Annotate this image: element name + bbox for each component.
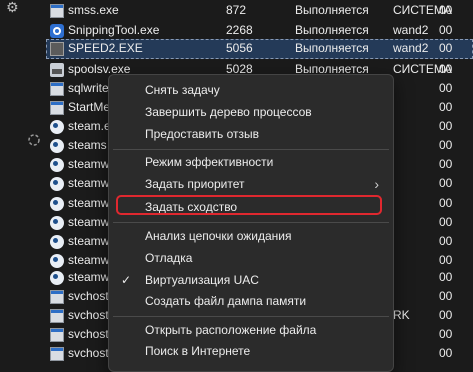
exe-icon [50,309,64,323]
process-status: Выполняется [295,41,369,55]
process-status: Выполняется [295,23,369,37]
process-status: Выполняется [295,3,369,17]
menu-item-label: Создать файл дампа памяти [145,294,307,308]
menu-item-label: Анализ цепочки ожидания [145,229,292,243]
process-cpu: 00 [439,234,453,248]
printer-icon [50,63,64,77]
steam-icon [50,271,64,285]
process-pid: 5056 [226,41,253,55]
process-cpu: 00 [439,157,453,171]
process-cpu: 00 [439,327,453,341]
process-cpu: 00 [439,3,453,17]
steam-icon [50,139,64,153]
menu-item-label: Открыть расположение файла [145,323,317,337]
menu-item-efficiency-mode[interactable]: Режим эффективности [109,151,393,173]
exe-icon [50,328,64,342]
left-gutter: ⚙ [0,0,46,363]
menu-separator [113,316,389,317]
exe-icon [50,82,64,96]
process-cpu: 00 [439,138,453,152]
menu-item-label: Поиск в Интернете [145,344,251,358]
process-cpu: 00 [439,176,453,190]
steam-icon [50,216,64,230]
process-cpu: 00 [439,308,453,322]
steam-icon [50,158,64,172]
steam-icon [50,197,64,211]
menu-item-label: Режим эффективности [145,155,274,169]
process-cpu: 00 [439,119,453,133]
menu-item-wait-chain[interactable]: Анализ цепочки ожидания [109,225,393,247]
menu-item-uac-virtualization[interactable]: ✓ Виртуализация UAC [109,269,393,291]
process-row-selected[interactable]: SPEED2.EXE 5056 Выполняется wand2 00 [46,39,473,59]
process-cpu: 00 [439,41,453,55]
process-cpu: 00 [439,62,453,76]
process-cpu: 00 [439,100,453,114]
process-cpu: 00 [439,289,453,303]
menu-item-open-location[interactable]: Открыть расположение файла [109,319,393,341]
process-cpu: 00 [439,196,453,210]
menu-item-label: Завершить дерево процессов [145,105,312,119]
process-cpu: 00 [439,215,453,229]
checkmark-icon: ✓ [121,273,132,287]
process-row[interactable]: SnippingTool.exe 2268 Выполняется wand2 … [46,21,473,41]
menu-separator [113,222,389,223]
menu-item-label: Виртуализация UAC [145,273,259,287]
menu-item-label: Задать приоритет [145,177,245,191]
settings-gear-icon[interactable]: ⚙ [6,0,26,14]
snipping-tool-icon [50,24,64,38]
process-cpu: 00 [439,346,453,360]
speed2-icon [50,42,64,56]
process-cpu: 00 [439,23,453,37]
menu-item-set-priority[interactable]: Задать приоритет › [109,173,393,195]
steam-icon [50,235,64,249]
menu-separator [113,149,389,150]
menu-item-label: Отладка [145,251,193,265]
menu-item-end-process-tree[interactable]: Завершить дерево процессов [109,101,393,123]
context-menu: Снять задачу Завершить дерево процессов … [108,74,394,372]
highlight-box [116,195,382,215]
menu-item-label: Предоставить отзыв [145,127,259,141]
exe-icon [50,101,64,115]
exe-icon [50,290,64,304]
menu-item-end-task[interactable]: Снять задачу [109,79,393,101]
menu-item-create-dump[interactable]: Создать файл дампа памяти [109,290,393,312]
process-row[interactable]: smss.exe 872 Выполняется СИСТЕМА 00 [46,1,473,21]
process-cpu: 00 [439,270,453,284]
steam-icon [50,254,64,268]
steam-icon [50,120,64,134]
exe-icon [50,347,64,361]
menu-item-label: Снять задачу [145,83,220,97]
menu-item-search-online[interactable]: Поиск в Интернете [109,340,393,362]
process-cpu: 00 [439,81,453,95]
process-pid: 2268 [226,23,253,37]
exe-icon [50,4,64,18]
chevron-right-icon: › [374,176,379,192]
steam-icon [50,177,64,191]
menu-item-debug[interactable]: Отладка [109,247,393,269]
menu-item-feedback[interactable]: Предоставить отзыв [109,123,393,145]
process-pid: 872 [226,3,247,17]
expand-gear-icon [28,134,40,146]
